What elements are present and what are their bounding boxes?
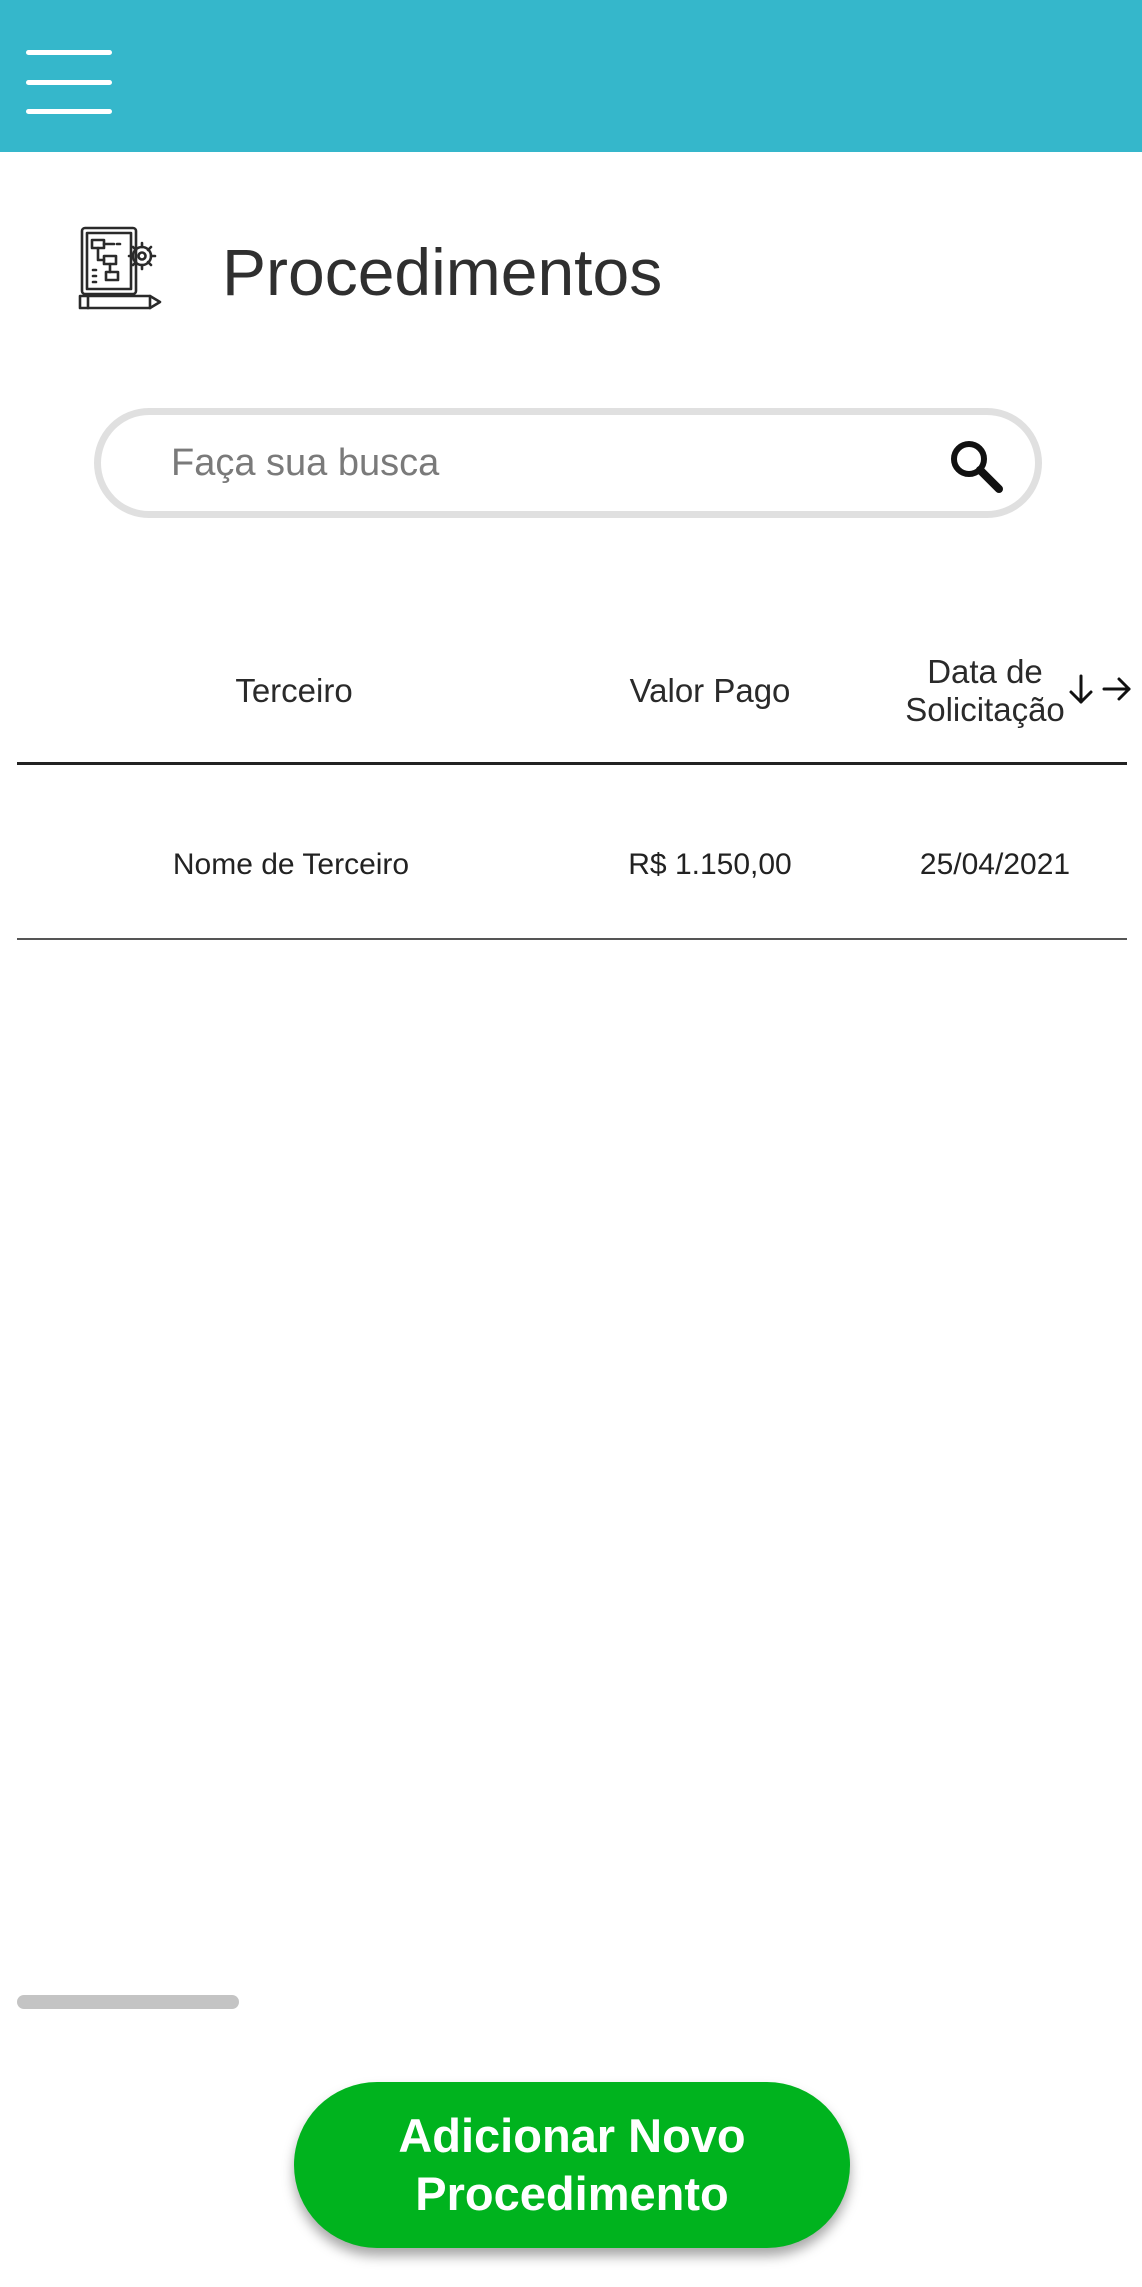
add-procedure-button[interactable]: Adicionar Novo Procedimento <box>294 2082 850 2248</box>
cell-valor-pago: R$ 1.150,00 <box>628 848 792 881</box>
table-row[interactable]: Nome de Terceiro R$ 1.150,00 25/04/2021 <box>17 765 1127 938</box>
page-title: Procedimentos <box>222 235 663 309</box>
cell-terceiro: Nome de Terceiro <box>172 848 410 881</box>
column-header-valor-pago[interactable]: Valor Pago <box>590 672 830 710</box>
column-header-terceiro[interactable]: Terceiro <box>154 672 434 710</box>
column-header-data-line1: Data de <box>927 653 1043 690</box>
search-bar <box>94 408 1042 518</box>
horizontal-scrollbar[interactable] <box>17 1995 239 2009</box>
search-input[interactable] <box>171 433 931 493</box>
search-icon[interactable] <box>947 437 1005 495</box>
procedures-flowchart-icon <box>76 224 166 314</box>
table-row-divider <box>17 938 1127 940</box>
arrow-down-icon[interactable] <box>1066 670 1096 710</box>
cell-data-solicitacao: 25/04/2021 <box>919 848 1071 881</box>
arrow-right-icon[interactable] <box>1100 672 1134 706</box>
column-header-data-line2: Solicitação <box>905 691 1065 728</box>
hamburger-menu-icon[interactable] <box>26 50 112 116</box>
top-app-bar <box>0 0 1142 152</box>
column-header-data-solicitacao[interactable]: Data de Solicitação <box>880 653 1090 729</box>
